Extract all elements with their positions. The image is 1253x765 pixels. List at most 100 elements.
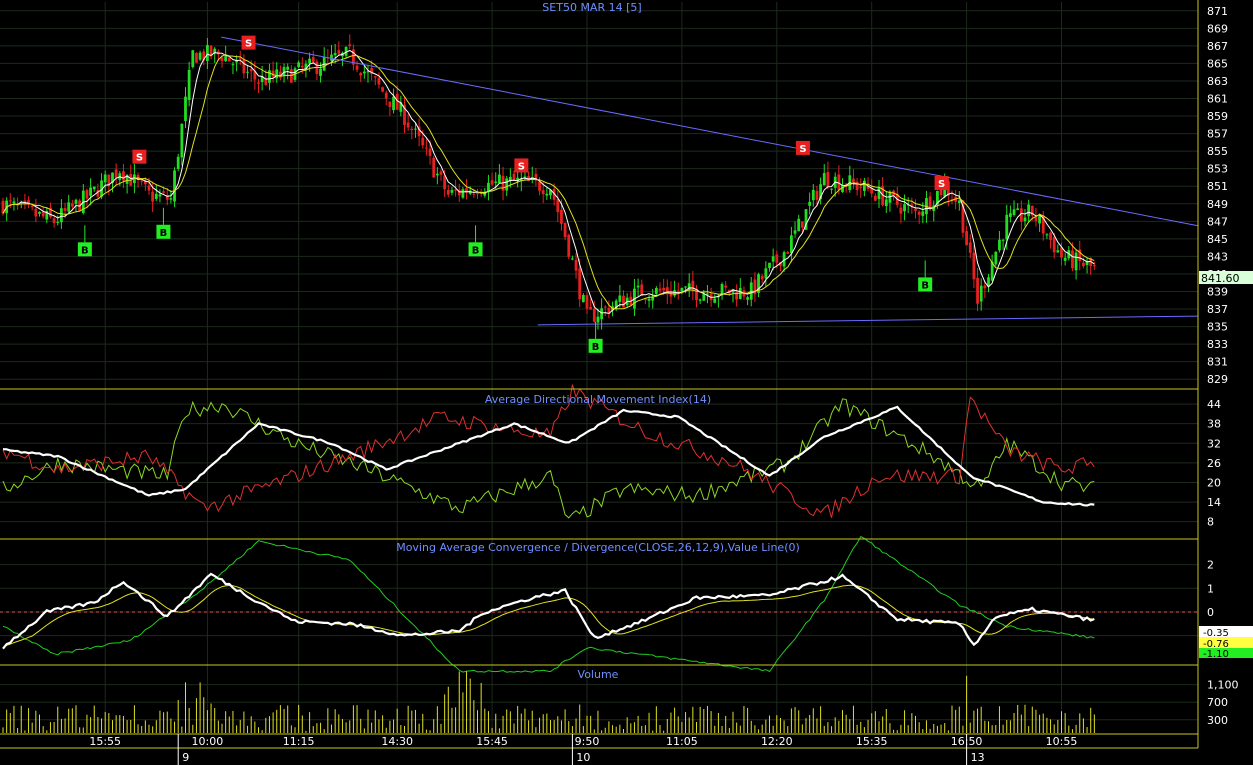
candle-body [52,218,56,224]
candle-body [377,77,381,85]
candle-body [158,194,162,197]
candle-body [60,208,63,223]
macd-panel-title: Moving Average Convergence / Divergence(… [396,541,800,554]
candle-body [435,173,439,176]
candle-body [808,201,812,206]
stock-chart[interactable]: BSBSBSBSSB 82983183383583783984184384584… [0,0,1253,765]
macd-value-label: -0.35 [1203,628,1229,639]
candle-body [154,193,158,199]
candle-body [567,234,571,257]
candle-body [702,294,706,301]
candle-body [541,190,545,195]
signal-label: S [518,161,525,172]
candle-body [362,71,366,74]
candle-body [1092,265,1096,267]
candle-body [1063,257,1067,261]
signal-label: S [245,39,252,50]
candle-body [903,204,906,212]
candle-body [965,231,968,246]
candle-body [319,68,322,76]
time-tick-label: 15:55 [89,735,121,748]
adx-tick-label: 44 [1207,398,1221,411]
sell-signal: S [241,35,256,50]
candle-body [355,65,359,70]
candle-body [198,52,202,60]
candle-body [85,190,89,199]
candle-body [432,157,436,178]
candle-body [563,222,567,238]
candle-body [1038,216,1041,224]
candle-body [603,306,607,308]
candle-body [1074,252,1078,271]
candle-body [70,203,74,207]
candle-body [899,207,903,214]
time-tick-label: 10:00 [192,735,224,748]
candle-body [257,82,260,84]
volume-panel-title: Volume [578,668,619,681]
candle-body [1023,217,1027,222]
candle-body [8,200,12,202]
day-tick-label: 10 [576,751,590,764]
candle-body [268,70,271,83]
candle-body [578,268,582,300]
candle-body [877,186,881,200]
sell-signal: S [132,149,147,164]
candle-body [12,201,16,204]
candle-body [600,308,603,320]
macd-tick-label: 2 [1207,559,1214,572]
candle-body [1049,232,1052,240]
candle-body [768,262,771,269]
candle-body [505,178,509,191]
candle-body [560,209,563,224]
candle-body [140,180,144,182]
candle-body [242,59,246,74]
time-tick-label: 11:15 [283,735,315,748]
candle-body [1001,239,1005,241]
candle-body [187,69,191,100]
price-tick-label: 845 [1207,233,1228,246]
candle-body [793,230,797,234]
price-tick-label: 831 [1207,356,1228,369]
candle-body [381,87,384,92]
signal-label: B [81,245,89,256]
candle-body [461,189,465,198]
price-tick-label: 865 [1207,57,1228,70]
candle-body [837,174,841,190]
candle-body [103,174,107,183]
volume-tick-label: 1,100 [1207,679,1239,692]
candle-body [589,307,593,310]
time-tick-label: 9:50 [575,735,600,748]
volume-tick-label: 700 [1207,696,1228,709]
candle-body [410,128,414,130]
candle-body [439,171,443,175]
candle-body [684,286,687,288]
candle-body [873,195,877,201]
candle-body [147,185,151,191]
signal-label: B [592,342,600,353]
candle-body [195,53,198,63]
last-price-marker: 841.60 [1199,271,1253,285]
candle-body [122,171,125,181]
candle-body [800,221,804,228]
candle-body [1005,214,1009,240]
signal-label: B [472,245,480,256]
signal-label: B [921,280,929,291]
price-tick-label: 863 [1207,75,1228,88]
candle-body [1045,234,1049,236]
price-tick-label: 867 [1207,40,1228,53]
price-tick-label: 853 [1207,163,1228,176]
candle-body [852,178,855,183]
candle-body [775,254,779,263]
candle-body [191,50,195,68]
candle-body [392,96,395,111]
sell-signal: S [514,158,529,173]
price-tick-label: 855 [1207,145,1228,158]
candle-body [282,67,286,76]
candle-body [581,295,585,303]
candle-body [249,69,253,72]
candle-body [556,198,560,213]
price-tick-label: 847 [1207,215,1228,228]
candle-body [220,57,224,61]
candle-body [917,211,921,215]
candle-body [797,218,801,232]
